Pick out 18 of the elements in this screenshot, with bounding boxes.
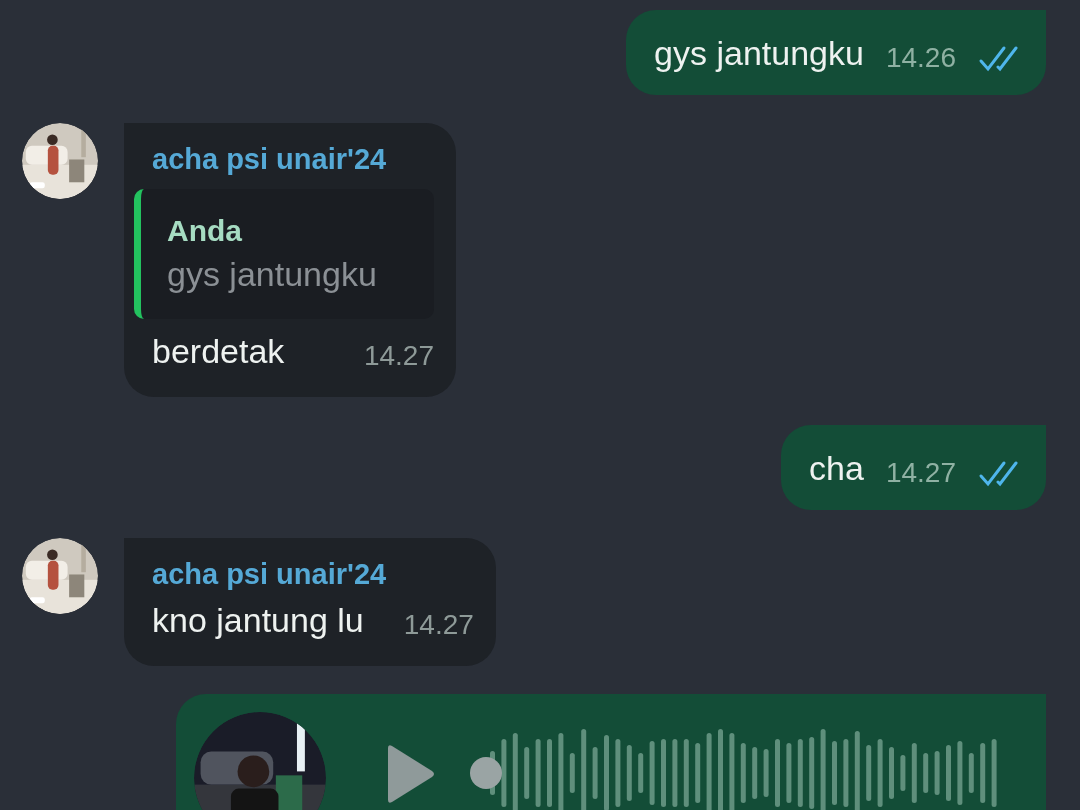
message-text: gys jantungku — [654, 33, 864, 74]
quote-text: gys jantungku — [167, 254, 378, 295]
message-bubble[interactable]: acha psi unair'24 Anda gys jantungku berdetak 14.27 — [124, 123, 456, 397]
message-time: 14.27 — [403, 610, 474, 640]
message-time: 14.26 — [885, 43, 956, 73]
sender-name: acha psi unair'24 — [151, 142, 388, 177]
message-bubble[interactable]: acha psi unair'24 kno jantung lu 14.27 — [124, 538, 496, 666]
message-time: 14.27 — [363, 341, 434, 371]
message-time: 14.27 — [885, 458, 956, 488]
quote-author: Anda — [167, 213, 243, 249]
message-text: cha — [809, 448, 864, 489]
message-text: kno jantung lu — [152, 600, 364, 641]
message-text: berdetak — [152, 331, 285, 372]
message-bubble[interactable]: gys jantungku 14.26 — [626, 10, 1046, 95]
slider-thumb[interactable] — [470, 757, 502, 789]
quoted-message[interactable]: Anda gys jantungku — [134, 189, 434, 319]
message-bubble[interactable]: cha 14.27 — [781, 425, 1046, 510]
sender-name: acha psi unair'24 — [151, 557, 388, 592]
